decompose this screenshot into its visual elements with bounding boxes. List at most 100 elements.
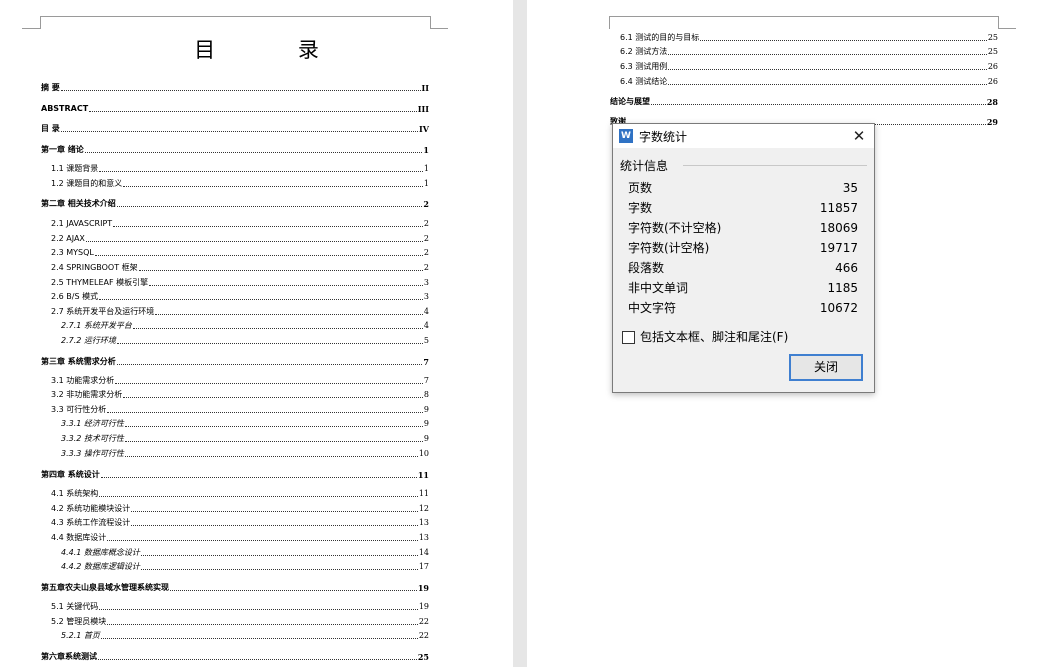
toc-entry[interactable]: 第一章 绪论 1 bbox=[41, 145, 429, 155]
page-corner-mark bbox=[609, 16, 610, 29]
toc-entry-page-number: 9 bbox=[423, 434, 429, 443]
include-textboxes-checkbox[interactable] bbox=[622, 331, 635, 344]
toc-leader-dots bbox=[99, 170, 423, 172]
toc-entry-page-number: 4 bbox=[423, 321, 429, 330]
toc-entry[interactable]: 6.2 测试方法 25 bbox=[620, 47, 998, 57]
toc-entry[interactable]: 3.1 功能需求分析 7 bbox=[51, 376, 429, 386]
toc-entry-label: 2.2 AJAX bbox=[51, 234, 85, 243]
toc-entry[interactable]: 第五章农夫山泉县域水管理系统实现 19 bbox=[41, 583, 429, 593]
close-button[interactable]: 关闭 bbox=[789, 354, 863, 381]
toc-entry[interactable]: 2.3 MYSQL 2 bbox=[51, 248, 429, 258]
toc-entry[interactable]: 5.1 关键代码 19 bbox=[51, 602, 429, 612]
toc-entry[interactable]: 4.1 系统架构 11 bbox=[51, 489, 429, 499]
page-corner-mark bbox=[430, 28, 448, 29]
toc-entry[interactable]: 结论与展望 28 bbox=[610, 97, 998, 107]
toc-entry[interactable]: 2.7 系统开发平台及运行环境 4 bbox=[51, 307, 429, 317]
toc-entry-label: 2.4 SPRINGBOOT 框架 bbox=[51, 263, 138, 272]
dialog-titlebar[interactable]: W 字数统计 ✕ bbox=[613, 124, 874, 148]
toc-entry-page-number: IV bbox=[419, 124, 429, 134]
toc-entry[interactable]: 第二章 相关技术介绍 2 bbox=[41, 199, 429, 209]
toc-entry[interactable]: 5.2 管理员模块 22 bbox=[51, 617, 429, 627]
stat-value: 19717 bbox=[819, 241, 858, 255]
toc-leader-dots bbox=[60, 89, 421, 91]
toc-entry[interactable]: 3.3.1 经济可行性 9 bbox=[61, 419, 429, 429]
toc-entry[interactable]: 2.6 B/S 模式 3 bbox=[51, 292, 429, 302]
toc-entry-page-number: 4 bbox=[423, 307, 429, 316]
toc-entry[interactable]: 4.3 系统工作流程设计 13 bbox=[51, 518, 429, 528]
checkbox-label[interactable]: 包括文本框、脚注和尾注(F) bbox=[640, 329, 788, 345]
toc-leader-dots bbox=[668, 53, 987, 55]
toc-leader-dots bbox=[99, 298, 423, 300]
toc-entry-label: 4.4.1 数据库概念设计 bbox=[61, 548, 140, 557]
toc-entry[interactable]: 2.5 THYMELEAF 模板引擎 3 bbox=[51, 278, 429, 288]
toc-entry[interactable]: 2.7.1 系统开发平台 4 bbox=[61, 321, 429, 331]
toc-entry[interactable]: 3.3.2 技术可行性 9 bbox=[61, 434, 429, 444]
toc-entry-label: 6.4 测试结论 bbox=[620, 77, 668, 86]
toc-entry-label: 2.7 系统开发平台及运行环境 bbox=[51, 307, 155, 316]
toc-entry-page-number: 1 bbox=[423, 164, 429, 173]
toc-entry-page-number: 10 bbox=[418, 449, 429, 458]
toc-entry[interactable]: 2.4 SPRINGBOOT 框架 2 bbox=[51, 263, 429, 273]
toc-leader-dots bbox=[100, 637, 418, 639]
toc-entry-page-number: 12 bbox=[418, 504, 429, 513]
toc-entry[interactable]: 6.3 测试用例 26 bbox=[620, 62, 998, 72]
toc-entry[interactable]: 6.4 测试结论 26 bbox=[620, 77, 998, 87]
toc-entry[interactable]: 3.2 非功能需求分析 8 bbox=[51, 390, 429, 400]
toc-entry[interactable]: 3.3 可行性分析 9 bbox=[51, 405, 429, 415]
close-icon[interactable]: ✕ bbox=[849, 126, 869, 146]
toc-entry[interactable]: 第六章系统测试 25 bbox=[41, 652, 429, 662]
toc-entry-page-number: 11 bbox=[418, 489, 429, 498]
toc-entry[interactable]: 目 录 IV bbox=[41, 124, 429, 134]
toc-entry-page-number: 25 bbox=[987, 33, 998, 42]
toc-leader-dots bbox=[149, 284, 423, 286]
toc-entry[interactable]: 5.2.1 首页 22 bbox=[61, 631, 429, 641]
toc-leader-dots bbox=[131, 524, 418, 526]
toc-entry-label: 第六章系统测试 bbox=[41, 652, 97, 661]
toc-entry-label: 2.5 THYMELEAF 模板引擎 bbox=[51, 278, 149, 287]
stat-label: 段落数 bbox=[628, 261, 665, 275]
toc-entry-label: 第四章 系统设计 bbox=[41, 470, 100, 479]
toc-entry-label: 3.2 非功能需求分析 bbox=[51, 390, 123, 399]
toc-entry-label: 第一章 绪论 bbox=[41, 145, 84, 154]
toc-entry[interactable]: 第三章 系统需求分析 7 bbox=[41, 357, 429, 367]
toc-entry-label: 3.3.3 操作可行性 bbox=[61, 449, 124, 458]
toc-entry-page-number: 26 bbox=[987, 62, 998, 71]
stat-label: 非中文单词 bbox=[628, 281, 689, 295]
toc-leader-dots bbox=[116, 205, 423, 207]
toc-leader-dots bbox=[115, 382, 423, 384]
toc-entry[interactable]: 4.4.1 数据库概念设计 14 bbox=[61, 548, 429, 558]
toc-entry-label: 6.3 测试用例 bbox=[620, 62, 668, 71]
toc-leader-dots bbox=[140, 568, 418, 570]
word-count-dialog: W 字数统计 ✕ 统计信息 页数 35 字数 11857 字符数(不计空格) 1… bbox=[612, 123, 875, 393]
toc-entry[interactable]: 2.1 JAVASCRIPT 2 bbox=[51, 219, 429, 229]
toc-entry[interactable]: 4.4 数据库设计 13 bbox=[51, 533, 429, 543]
toc-entry[interactable]: 2.7.2 运行环境 5 bbox=[61, 336, 429, 346]
toc-entry[interactable]: ABSTRACT III bbox=[41, 104, 429, 114]
toc-entry[interactable]: 第四章 系统设计 11 bbox=[41, 470, 429, 480]
stat-value: 11857 bbox=[819, 201, 858, 215]
toc-leader-dots bbox=[140, 554, 418, 556]
toc-entry-page-number: 25 bbox=[417, 652, 429, 662]
toc-leader-dots bbox=[60, 130, 419, 132]
toc-leader-dots bbox=[116, 342, 423, 344]
toc-entry[interactable]: 6.1 测试的目的与目标 25 bbox=[620, 33, 998, 43]
toc-entry-label: 4.4 数据库设计 bbox=[51, 533, 107, 542]
toc-entry[interactable]: 1.2 课题目的和意义 1 bbox=[51, 179, 429, 189]
toc-entry[interactable]: 摘 要 II bbox=[41, 83, 429, 93]
toc-entry-page-number: 1 bbox=[423, 179, 429, 188]
toc-leader-dots bbox=[107, 539, 418, 541]
toc-entry[interactable]: 4.4.2 数据库逻辑设计 17 bbox=[61, 562, 429, 572]
toc-entry-label: 5.2.1 首页 bbox=[61, 631, 100, 640]
toc-entry-label: 第五章农夫山泉县域水管理系统实现 bbox=[41, 583, 169, 592]
toc-entry[interactable]: 2.2 AJAX 2 bbox=[51, 234, 429, 244]
toc-entry[interactable]: 1.1 课题背景 1 bbox=[51, 164, 429, 174]
page-header-line bbox=[609, 16, 998, 17]
page-corner-mark bbox=[998, 28, 1016, 29]
toc-entry-page-number: 13 bbox=[418, 533, 429, 542]
toc-entry[interactable]: 4.2 系统功能模块设计 12 bbox=[51, 504, 429, 514]
toc-leader-dots bbox=[107, 623, 418, 625]
toc-entry-page-number: 29 bbox=[986, 117, 998, 127]
toc-entry[interactable]: 3.3.3 操作可行性 10 bbox=[61, 449, 429, 459]
toc-entry-page-number: 9 bbox=[423, 419, 429, 428]
toc-entry-page-number: 5 bbox=[423, 336, 429, 345]
